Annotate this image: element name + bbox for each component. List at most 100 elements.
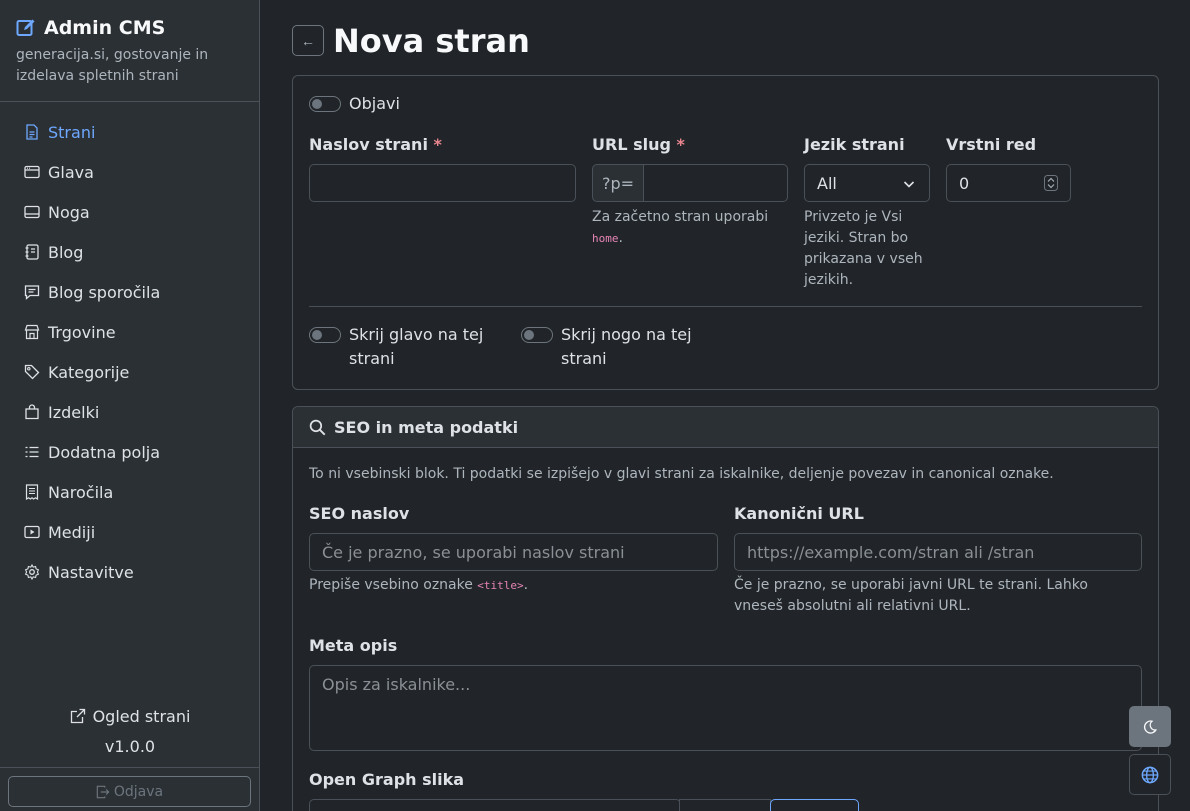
- order-input-value: 0: [959, 173, 970, 193]
- sidebar-item-label: Strani: [48, 122, 96, 142]
- brand-subtitle: generacija.si, gostovanje in izdelava sp…: [16, 47, 209, 84]
- pencil-square-icon: [16, 19, 35, 36]
- moon-icon: [1143, 719, 1158, 734]
- journal-icon: [25, 244, 39, 260]
- seo-title-help-text: Prepiše vsebino oznake: [309, 577, 473, 593]
- logout-button[interactable]: Odjava: [8, 776, 251, 807]
- sidebar-item-label: Dodatna polja: [48, 442, 161, 462]
- meta-description-label: Meta opis: [309, 636, 398, 655]
- sidebar-item-blog[interactable]: Blog: [0, 232, 259, 272]
- title-label-text: Naslov strani: [309, 135, 428, 154]
- slug-input[interactable]: [643, 164, 788, 202]
- sidebar: Admin CMS generacija.si, gostovanje in i…: [0, 0, 260, 811]
- seo-header-text: SEO in meta podatki: [334, 417, 519, 437]
- slug-help-text: Za začetno stran uporabi: [592, 209, 769, 225]
- search-icon: [309, 419, 326, 435]
- page-title-input[interactable]: [309, 164, 576, 202]
- sidebar-item-blog-sporocila[interactable]: Blog sporočila: [0, 272, 259, 312]
- brand-title[interactable]: Admin CMS: [16, 16, 243, 40]
- sidebar-item-nastavitve[interactable]: Nastavitve: [0, 552, 259, 592]
- sidebar-item-label: Nastavitve: [48, 562, 134, 582]
- slug-prefix: ?p=: [592, 164, 644, 202]
- logout-label: Odjava: [113, 783, 164, 800]
- hide-header-toggle[interactable]: [309, 327, 341, 343]
- sidebar-item-strani[interactable]: Strani: [0, 112, 259, 152]
- seo-title-input[interactable]: Če je prazno, se uporabi naslov strani: [309, 533, 718, 571]
- slug-help: Za začetno stran uporabi home.: [592, 207, 782, 249]
- sidebar-item-kategorije[interactable]: Kategorije: [0, 352, 259, 392]
- receipt-icon: [25, 484, 39, 500]
- tags-icon: [24, 364, 40, 380]
- sidebar-item-label: Naročila: [48, 482, 114, 502]
- chat-icon: [24, 285, 40, 300]
- og-image-input[interactable]: [309, 799, 681, 811]
- seo-title-help-code: <title>: [477, 579, 524, 592]
- app-version: v1.0.0: [104, 737, 156, 756]
- external-link-icon: [70, 708, 85, 724]
- slug-label: URL slug *: [592, 135, 685, 154]
- seo-card: SEO in meta podatki To ni vsebinski blok…: [292, 406, 1159, 811]
- canonical-help: Če je prazno, se uporabi javni URL te st…: [734, 577, 1088, 614]
- sidebar-item-trgovine[interactable]: Trgovine: [0, 312, 259, 352]
- sidebar-nav: Strani Glava Noga Blog Blog sporočila Tr…: [0, 102, 259, 592]
- theme-toggle-button[interactable]: [1129, 706, 1171, 747]
- canonical-input[interactable]: https://example.com/stran ali /stran: [734, 533, 1142, 571]
- sidebar-item-label: Blog: [48, 242, 84, 262]
- hide-footer-toggle[interactable]: [521, 327, 553, 343]
- brand-title-text: Admin CMS: [44, 17, 166, 39]
- required-mark: *: [676, 135, 685, 154]
- logout-icon: [96, 785, 110, 798]
- file-icon: [26, 124, 38, 140]
- language-select[interactable]: All: [804, 164, 930, 202]
- sidebar-item-noga[interactable]: Noga: [0, 192, 259, 232]
- video-icon: [24, 525, 40, 539]
- sidebar-item-dodatna-polja[interactable]: Dodatna polja: [0, 432, 259, 472]
- seo-title-label: SEO naslov: [309, 504, 410, 523]
- page-settings-card: Objavi Naslov strani * URL slug * ?p= Za…: [292, 75, 1159, 390]
- preview-site-label: Ogled strani: [92, 706, 191, 726]
- publish-toggle[interactable]: [309, 96, 341, 112]
- bag-icon: [25, 404, 39, 420]
- brand: Admin CMS generacija.si, gostovanje in i…: [0, 0, 259, 102]
- seo-card-header: SEO in meta podatki: [293, 407, 1158, 448]
- seo-intro: To ni vsebinski blok. Ti podatki se izpi…: [309, 466, 1054, 482]
- sidebar-item-label: Mediji: [48, 522, 96, 542]
- seo-title-help-end: .: [523, 577, 529, 593]
- sidebar-item-mediji[interactable]: Mediji: [0, 512, 259, 552]
- globe-icon: [1141, 766, 1159, 783]
- gear-icon: [24, 564, 40, 580]
- sidebar-item-label: Trgovine: [48, 322, 116, 342]
- title-label: Naslov strani *: [309, 135, 442, 154]
- language-help: Privzeto je Vsi jeziki. Stran bo prikaza…: [804, 209, 923, 288]
- og-image-label: Open Graph slika: [309, 770, 465, 789]
- sidebar-item-izdelki[interactable]: Izdelki: [0, 392, 259, 432]
- divider: [0, 767, 260, 768]
- sidebar-item-glava[interactable]: Glava: [0, 152, 259, 192]
- canonical-label: Kanonični URL: [734, 504, 864, 523]
- sidebar-item-label: Blog sporočila: [48, 282, 161, 302]
- language-label: Jezik strani: [804, 135, 905, 154]
- og-image-upload-button[interactable]: [770, 799, 859, 811]
- language-select-value: All: [817, 173, 837, 193]
- divider: [309, 306, 1142, 307]
- meta-description-textarea[interactable]: Opis za iskalnike...: [309, 665, 1142, 751]
- slug-label-text: URL slug: [592, 135, 671, 154]
- window-icon: [24, 205, 40, 219]
- order-input[interactable]: 0: [946, 164, 1071, 202]
- publish-label: Objavi: [349, 94, 400, 113]
- shop-icon: [24, 324, 40, 340]
- chevron-down-icon: [903, 181, 915, 188]
- spinner-arrows-icon: [1044, 175, 1058, 191]
- sidebar-item-label: Kategorije: [48, 362, 130, 382]
- slug-help-code: home: [592, 232, 619, 245]
- preview-site-link[interactable]: Ogled strani: [0, 704, 260, 728]
- hide-footer-label: Skrij nogo na tej strani: [561, 325, 692, 368]
- sidebar-item-narocila[interactable]: Naročila: [0, 472, 259, 512]
- window-icon: [24, 165, 40, 179]
- back-button[interactable]: ←: [292, 25, 324, 56]
- sidebar-item-label: Izdelki: [48, 402, 100, 422]
- seo-title-help: Prepiše vsebino oznake <title>.: [309, 575, 528, 596]
- slug-help-end: .: [618, 230, 623, 246]
- og-image-browse-button[interactable]: [679, 799, 771, 811]
- language-switch-button[interactable]: [1129, 754, 1171, 795]
